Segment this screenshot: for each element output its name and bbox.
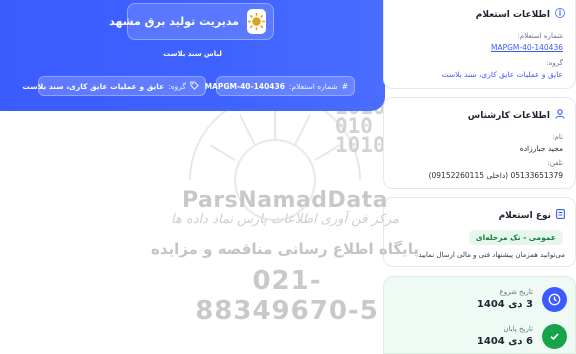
start-date-row: تاریخ شروع 3 دی 1404 — [392, 285, 567, 315]
expert-info-card: اطلاعات کارشناس نام: مجید جبارزاده تلفن:… — [383, 97, 576, 189]
hash-icon: # — [341, 81, 348, 91]
inquiry-number-label: شماره استعلام: — [517, 32, 564, 40]
end-date-label: تاریخ پایان — [503, 325, 533, 333]
tag-icon — [190, 80, 199, 92]
start-date-value: 3 دی 1404 — [476, 299, 533, 310]
inquiry-group-value: عایق و عملیات عایق کاری، سند بلاست — [441, 70, 564, 79]
inquiry-type-badge: عمومی - تک مرحله‌ای — [468, 230, 563, 245]
document-icon — [556, 209, 565, 222]
dates-card: تاریخ شروع 3 دی 1404 تاریخ پایان 6 دی 14… — [383, 276, 576, 354]
expert-name-label: نام: — [552, 133, 563, 141]
inquiry-number-pill: # شماره استعلام: MAPGM-40-140436 — [205, 76, 355, 96]
inquiry-type-title: نوع استعلام — [498, 210, 551, 221]
watermark-line-2: پایگاه اطلاع رسانی مناقصه و مزایده — [151, 240, 419, 258]
inquiry-info-card: ⓘ اطلاعات استعلام شماره استعلام: MAPGM-4… — [383, 0, 576, 89]
end-date-value: 6 دی 1404 — [476, 336, 533, 347]
inquiry-info-header: ⓘ اطلاعات استعلام — [475, 9, 565, 21]
watermark-line-1: مرکز فن آوری اطلاعات پارس نماد داده ها — [171, 212, 399, 227]
inquiry-header: مدیریت تولید برق مشهد لباس سند بلاست # ش… — [0, 0, 385, 111]
inquiry-number-value: MAPGM-40-140436 — [204, 81, 285, 91]
check-circle-icon — [542, 324, 567, 349]
inquiry-group-pill: گروه: عایق و عملیات عایق کاری، سند بلاست — [22, 76, 206, 96]
user-icon — [555, 109, 565, 122]
expert-phone-value: 05133651379 (داخلی 09152260115) — [428, 171, 563, 180]
inquiry-number-link[interactable]: MAPGM-40-140436 — [491, 43, 563, 52]
inquiry-type-header: نوع استعلام — [499, 209, 565, 222]
inquiry-group-label: گروه: — [168, 81, 186, 91]
watermark-phone: 021-88349670-5 — [195, 266, 379, 326]
expert-name-value: مجید جبارزاده — [519, 144, 563, 153]
inquiry-title: لباس سند بلاست — [163, 50, 222, 58]
inquiry-group-value: عایق و عملیات عایق کاری، سند بلاست — [22, 81, 165, 91]
organization-name: مدیریت تولید برق مشهد — [109, 15, 239, 28]
clock-icon — [542, 287, 567, 312]
expert-phone-label: تلفن: — [547, 159, 564, 167]
info-icon: ⓘ — [555, 9, 565, 20]
organization-card: مدیریت تولید برق مشهد — [109, 3, 274, 40]
inquiry-info-title: اطلاعات استعلام — [475, 10, 550, 20]
inquiry-type-description: می‌توانید همزمان پیشنهاد فنی و مالی ارسا… — [418, 251, 565, 259]
inquiry-number-label: شماره استعلام: — [288, 81, 338, 91]
start-date-label: تاریخ شروع — [499, 288, 533, 296]
organization-logo-icon — [247, 9, 266, 34]
watermark-brand: ParsNamadData — [181, 188, 389, 213]
end-date-row: تاریخ پایان 6 دی 1404 — [392, 322, 567, 352]
expert-info-header: اطلاعات کارشناس — [468, 109, 565, 122]
expert-info-title: اطلاعات کارشناس — [467, 110, 550, 121]
inquiry-group-label: گروه: — [546, 59, 563, 67]
